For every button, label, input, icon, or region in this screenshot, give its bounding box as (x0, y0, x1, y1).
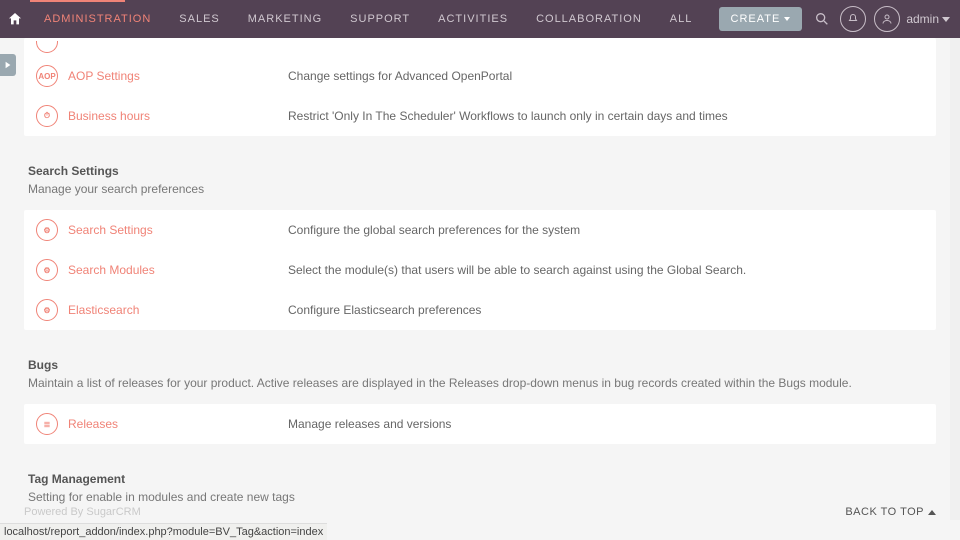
magnifier-icon (814, 11, 830, 27)
section-header: Search Settings Manage your search prefe… (24, 148, 936, 210)
section-subtitle: Manage your search preferences (28, 182, 936, 196)
search-modules-link[interactable]: Search Modules (68, 263, 288, 277)
setting-row: ≣ Releases Manage releases and versions (24, 404, 936, 444)
business-hours-link[interactable]: Business hours (68, 109, 288, 123)
section-title: Tag Management (28, 472, 936, 486)
row-description: Configure the global search preferences … (288, 223, 580, 237)
top-nav-bar: ADMINISTRATION SALES MARKETING SUPPORT A… (0, 0, 960, 38)
section-panel: ≣ Releases Manage releases and versions (24, 404, 936, 444)
browser-status-bar: localhost/report_addon/index.php?module=… (0, 523, 327, 540)
row-description: Configure Elasticsearch preferences (288, 303, 481, 317)
admin-menu[interactable]: admin (906, 12, 950, 26)
triangle-up-icon (928, 510, 936, 515)
settings-icon (36, 41, 58, 53)
section-title: Bugs (28, 358, 936, 372)
section-subtitle: Setting for enable in modules and create… (28, 490, 936, 504)
nav-activities[interactable]: ACTIVITIES (424, 0, 522, 38)
releases-link[interactable]: Releases (68, 417, 288, 431)
nav-support[interactable]: SUPPORT (336, 0, 424, 38)
admin-content: AOP AOP Settings Change settings for Adv… (0, 38, 960, 518)
powered-by: Powered By SugarCRM (24, 506, 141, 518)
back-to-top-label: BACK TO TOP (845, 506, 924, 518)
nav-marketing[interactable]: MARKETING (234, 0, 336, 38)
search-settings-link[interactable]: Search Settings (68, 223, 288, 237)
setting-row: ⏱ Business hours Restrict 'Only In The S… (24, 96, 936, 136)
create-label: CREATE (731, 13, 781, 25)
setting-row: ⚙ Elasticsearch Configure Elasticsearch … (24, 290, 936, 330)
nav-all[interactable]: ALL (656, 0, 707, 38)
scrollbar-track[interactable] (950, 12, 960, 520)
section-panel: ⚙ Search Settings Configure the global s… (24, 210, 936, 330)
gear-icon: ⚙ (36, 299, 58, 321)
aop-settings-link[interactable]: AOP Settings (68, 69, 288, 83)
nav-sales[interactable]: SALES (165, 0, 233, 38)
setting-row: ⚙ Search Settings Configure the global s… (24, 210, 936, 250)
caret-down-icon (784, 17, 790, 21)
gear-icon: ⚙ (36, 259, 58, 281)
notifications-button[interactable] (840, 6, 866, 32)
row-description: Restrict 'Only In The Scheduler' Workflo… (288, 109, 728, 123)
search-button[interactable] (812, 11, 832, 27)
row-description: Manage releases and versions (288, 417, 451, 431)
nav-collaboration[interactable]: COLLABORATION (522, 0, 656, 38)
aop-icon: AOP (36, 65, 58, 87)
back-to-top-button[interactable]: BACK TO TOP (845, 506, 936, 518)
gear-icon: ⚙ (36, 219, 58, 241)
active-tab-accent (30, 0, 125, 2)
section-header: Bugs Maintain a list of releases for you… (24, 342, 936, 404)
user-avatar[interactable] (874, 6, 900, 32)
side-expand-tab[interactable] (0, 54, 16, 76)
setting-row: ⚙ Search Modules Select the module(s) th… (24, 250, 936, 290)
section-panel: AOP AOP Settings Change settings for Adv… (24, 38, 936, 136)
caret-down-icon (942, 17, 950, 22)
clock-icon: ⏱ (36, 105, 58, 127)
person-icon (881, 13, 893, 25)
home-icon (7, 11, 23, 27)
nav-administration[interactable]: ADMINISTRATION (30, 0, 165, 38)
triangle-right-icon (4, 61, 12, 69)
nav-items: ADMINISTRATION SALES MARKETING SUPPORT A… (30, 0, 706, 38)
home-button[interactable] (0, 0, 30, 38)
row-description: Change settings for Advanced OpenPortal (288, 69, 512, 83)
list-icon: ≣ (36, 413, 58, 435)
elasticsearch-link[interactable]: Elasticsearch (68, 303, 288, 317)
row-description: Select the module(s) that users will be … (288, 263, 746, 277)
section-subtitle: Maintain a list of releases for your pro… (28, 376, 936, 390)
section-title: Search Settings (28, 164, 936, 178)
partial-row (24, 38, 936, 56)
admin-username: admin (906, 12, 939, 26)
create-button[interactable]: CREATE (719, 7, 803, 31)
bell-icon (847, 13, 859, 25)
setting-row: AOP AOP Settings Change settings for Adv… (24, 56, 936, 96)
page-footer: Powered By SugarCRM BACK TO TOP (0, 506, 960, 518)
